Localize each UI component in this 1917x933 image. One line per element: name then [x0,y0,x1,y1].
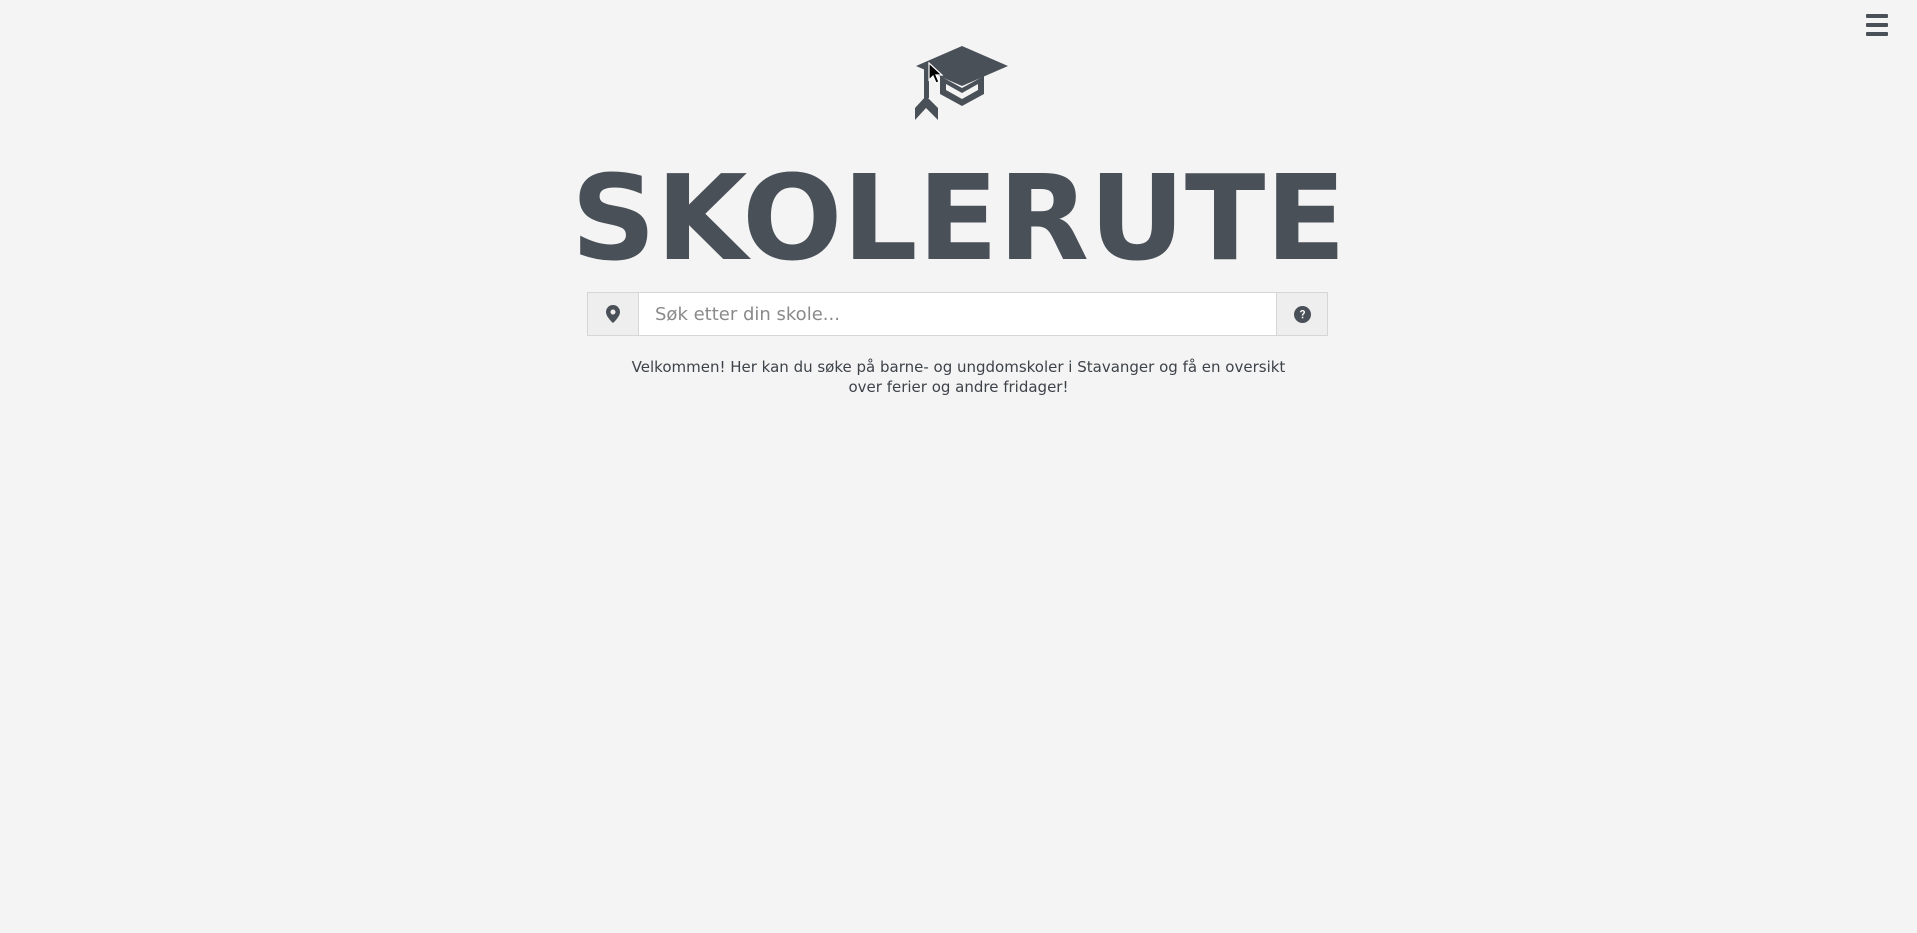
site-title: SKOLERUTE [570,149,1346,287]
search-bar [587,292,1328,336]
mouse-cursor-icon [928,62,944,84]
map-marker-icon [606,305,620,323]
welcome-text: Velkommen! Her kan du søke på barne- og … [631,358,1286,396]
hamburger-menu-icon [1866,14,1888,18]
location-button[interactable] [588,293,639,335]
question-circle-icon [1293,305,1311,323]
menu-button[interactable] [1866,14,1888,36]
school-search-input[interactable] [639,293,1276,335]
help-button[interactable] [1276,293,1327,335]
